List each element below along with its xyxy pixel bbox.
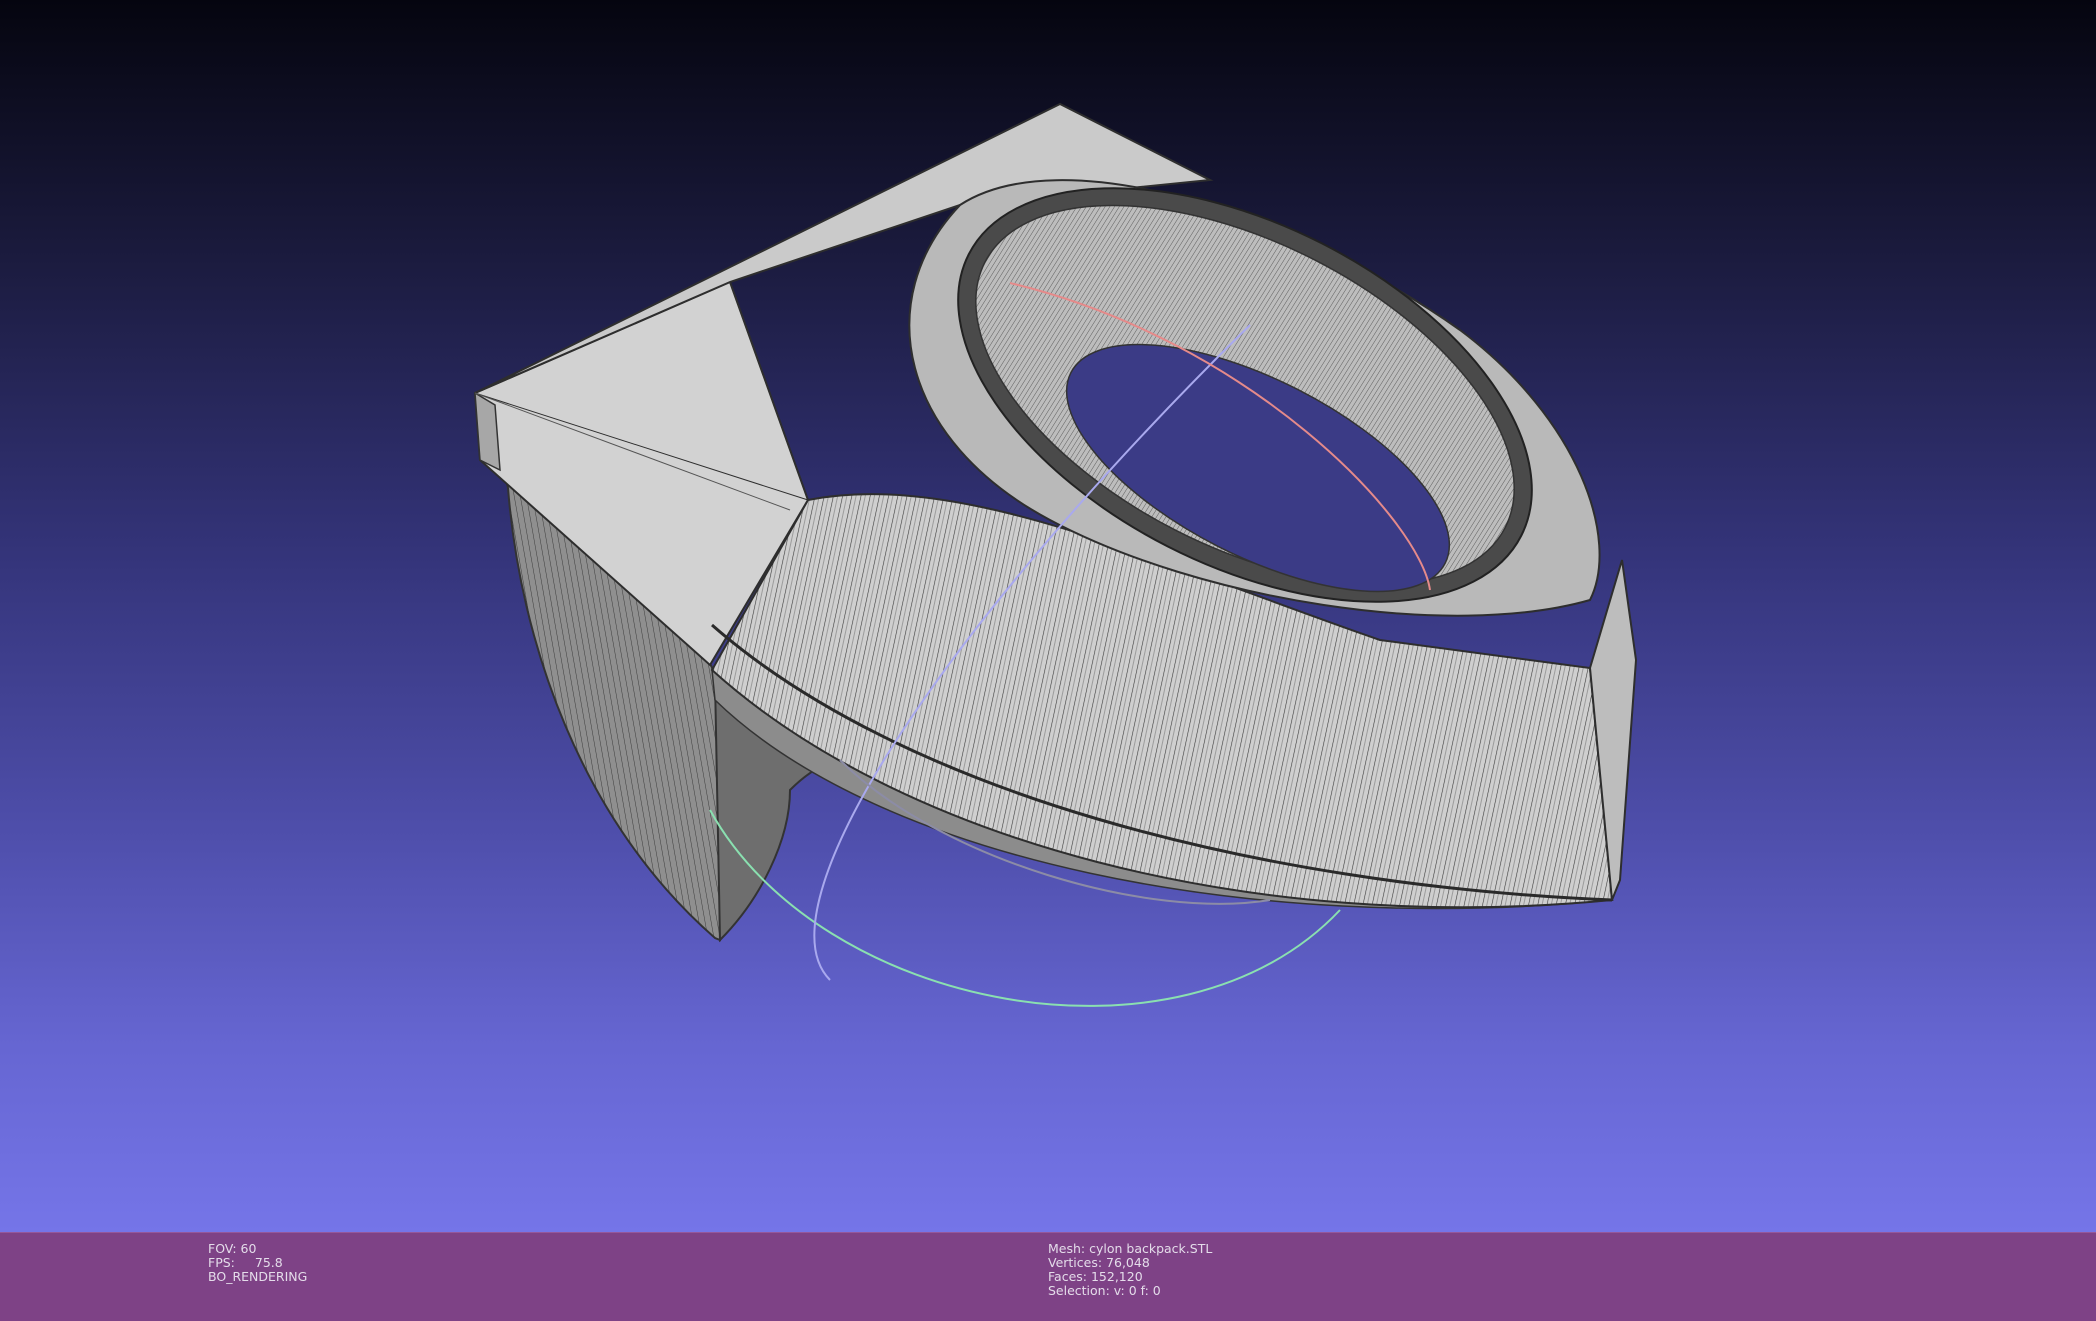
render-info: FOV: 60 FPS: 75.8 BO_RENDERING xyxy=(208,1242,307,1284)
faces-label: Faces: 152,120 xyxy=(1048,1269,1143,1284)
mesh-model[interactable] xyxy=(473,102,1638,943)
fps-row: FPS: 75.8 xyxy=(208,1256,307,1270)
rendering-mode-label: BO_RENDERING xyxy=(208,1269,308,1284)
fov-label: FOV: 60 xyxy=(208,1241,257,1256)
mesh-info: Mesh: cylon backpack.STL Vertices: 76,04… xyxy=(1048,1242,1212,1298)
3d-viewport[interactable] xyxy=(0,0,2096,1232)
selection-label: Selection: v: 0 f: 0 xyxy=(1048,1283,1161,1298)
vertices-label: Vertices: 76,048 xyxy=(1048,1255,1150,1270)
fps-value: 75.8 xyxy=(254,1255,283,1270)
mesh-name-label: Mesh: cylon backpack.STL xyxy=(1048,1241,1213,1256)
fps-label: FPS: xyxy=(208,1255,235,1270)
